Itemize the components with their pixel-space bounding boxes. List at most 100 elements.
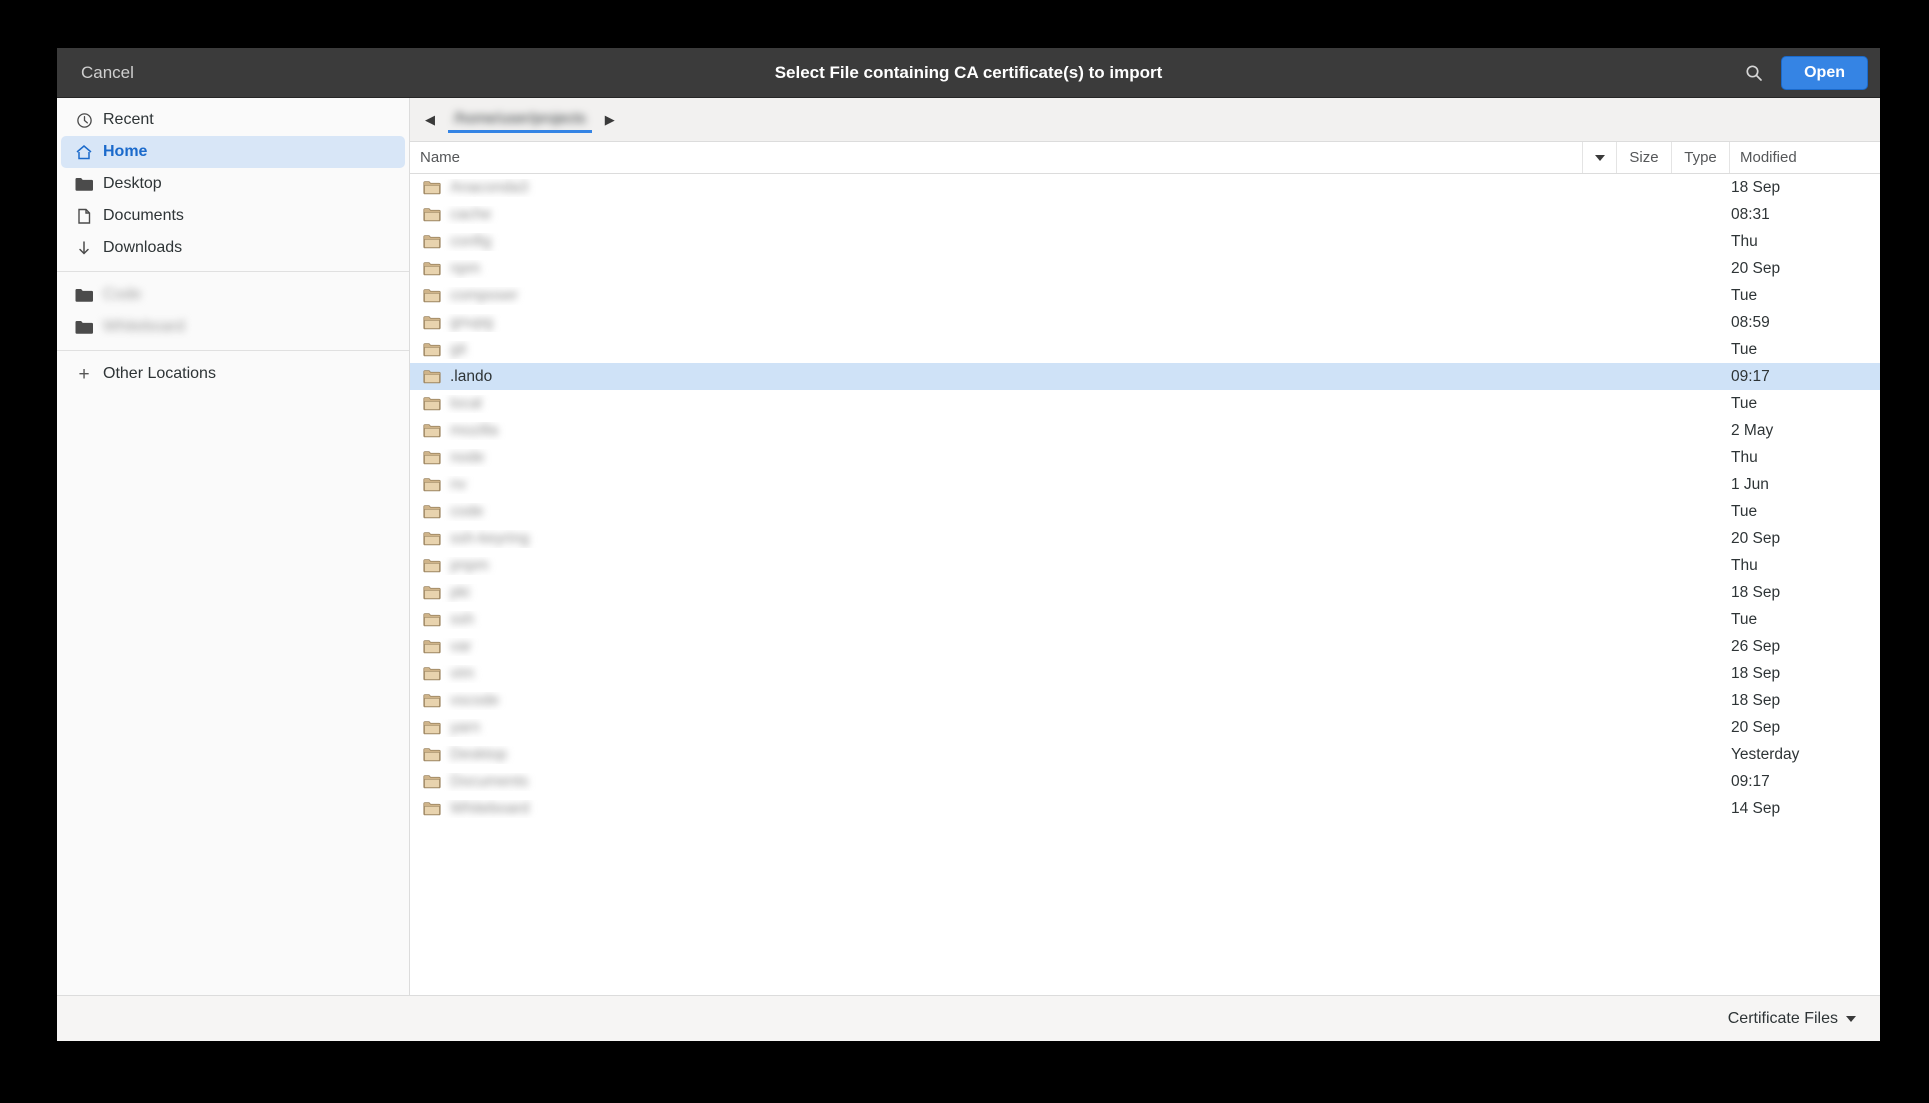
file-modified-cell: 18 Sep xyxy=(1731,178,1781,196)
sidebar-item-other-locations[interactable]: + Other Locations xyxy=(61,358,405,390)
table-row[interactable]: node Thu xyxy=(410,444,1880,471)
sidebar-item-recent[interactable]: Recent xyxy=(61,104,405,136)
file-name-cell: mozilla xyxy=(410,422,1583,440)
file-filter-dropdown[interactable]: Certificate Files xyxy=(1728,1010,1856,1028)
table-row[interactable]: Anaconda3 18 Sep xyxy=(410,174,1880,201)
table-row[interactable]: gnupg 08:59 xyxy=(410,309,1880,336)
file-modified-cell: 18 Sep xyxy=(1731,664,1781,682)
folder-icon xyxy=(423,180,441,195)
sidebar-item-home[interactable]: Home xyxy=(61,136,405,168)
table-row[interactable]: Whiteboard 14 Sep xyxy=(410,795,1880,822)
file-name-cell: Desktop xyxy=(410,746,1583,764)
table-row[interactable]: code Tue xyxy=(410,498,1880,525)
file-name-cell: .lando xyxy=(410,368,1583,386)
file-modified-cell: Tue xyxy=(1731,286,1758,304)
sidebar-item-desktop[interactable]: Desktop xyxy=(61,168,405,200)
folder-icon xyxy=(423,666,441,681)
folder-icon xyxy=(423,207,441,222)
column-header-size[interactable]: Size xyxy=(1617,142,1672,173)
column-header-modified[interactable]: Modified xyxy=(1730,142,1880,173)
file-name-cell: Whiteboard xyxy=(410,800,1583,818)
table-row[interactable]: yarn 20 Sep xyxy=(410,714,1880,741)
column-header-name[interactable]: Name xyxy=(410,142,1583,173)
file-modified-cell: Thu xyxy=(1731,556,1758,574)
file-name-label: Desktop xyxy=(450,745,507,763)
file-name-label: npm xyxy=(450,259,481,277)
places-sidebar: Recent Home Desktop Documents Downloads Code… xyxy=(57,98,410,995)
file-name-label: gnupg xyxy=(450,313,494,331)
sidebar-primary-list: Recent Home Desktop Documents Downloads xyxy=(57,104,409,264)
table-row[interactable]: Desktop Yesterday xyxy=(410,741,1880,768)
chevron-right-icon[interactable]: ▶ xyxy=(600,106,620,134)
sidebar-item-documents[interactable]: Documents xyxy=(61,200,405,232)
chevron-left-icon[interactable]: ◀ xyxy=(420,106,440,134)
sidebar-item-label: Other Locations xyxy=(103,365,216,382)
file-modified-cell: 14 Sep xyxy=(1731,799,1781,817)
cancel-button[interactable]: Cancel xyxy=(69,58,146,88)
file-name-cell: var xyxy=(410,638,1583,656)
table-row[interactable]: vim 18 Sep xyxy=(410,660,1880,687)
file-name-label: Whiteboard xyxy=(450,799,530,817)
folder-icon xyxy=(423,342,441,357)
folder-icon xyxy=(423,612,441,627)
file-modified-cell: 2 May xyxy=(1731,421,1774,439)
file-name-cell: git xyxy=(410,341,1583,359)
file-name-label: ssh xyxy=(450,610,475,628)
file-chooser-dialog: Cancel Select File containing CA certifi… xyxy=(57,48,1880,1041)
file-name-label: composer xyxy=(450,286,519,304)
file-modified-cell: Tue xyxy=(1731,394,1758,412)
file-list[interactable]: Anaconda3 18 Sep cache 08:31 config Thu npm 20 … xyxy=(410,174,1880,995)
table-row[interactable]: ssh Tue xyxy=(410,606,1880,633)
folder-icon xyxy=(423,450,441,465)
open-button[interactable]: Open xyxy=(1781,55,1868,90)
breadcrumb-active-underline xyxy=(448,129,592,133)
table-row[interactable]: pki 18 Sep xyxy=(410,579,1880,606)
table-row[interactable]: local Tue xyxy=(410,390,1880,417)
table-row[interactable]: Documents 09:17 xyxy=(410,768,1880,795)
file-modified-cell: 1 Jun xyxy=(1731,475,1769,493)
folder-icon xyxy=(423,801,441,816)
column-headers: Name Size Type Modified xyxy=(410,142,1880,174)
folder-icon xyxy=(423,396,441,411)
table-row[interactable]: .lando 09:17 xyxy=(410,363,1880,390)
table-row[interactable]: ssh-keyring 20 Sep xyxy=(410,525,1880,552)
table-row[interactable]: mozilla 2 May xyxy=(410,417,1880,444)
sidebar-item-label: Downloads xyxy=(103,239,183,256)
chevron-down-icon[interactable] xyxy=(1583,142,1617,173)
folder-icon xyxy=(423,369,441,384)
file-modified-cell: 18 Sep xyxy=(1731,583,1781,601)
sidebar-bookmark[interactable]: Whiteboard xyxy=(61,311,405,343)
file-modified-cell: 08:59 xyxy=(1731,313,1770,331)
table-row[interactable]: git Tue xyxy=(410,336,1880,363)
table-row[interactable]: cache 08:31 xyxy=(410,201,1880,228)
file-name-label: Anaconda3 xyxy=(450,178,529,196)
table-row[interactable]: npm 20 Sep xyxy=(410,255,1880,282)
sort-caret xyxy=(1594,154,1605,161)
breadcrumb[interactable]: /home/user/projects xyxy=(444,107,596,133)
column-header-type[interactable]: Type xyxy=(1672,142,1730,173)
file-modified-cell: Tue xyxy=(1731,502,1758,520)
sidebar-divider-2 xyxy=(57,350,409,351)
table-row[interactable]: vscode 18 Sep xyxy=(410,687,1880,714)
table-row[interactable]: nv 1 Jun xyxy=(410,471,1880,498)
file-modified-cell: 18 Sep xyxy=(1731,691,1781,709)
file-name-cell: pnpm xyxy=(410,557,1583,575)
home-icon xyxy=(75,143,93,161)
file-name-label: yarn xyxy=(450,718,481,736)
search-icon[interactable] xyxy=(1741,60,1767,86)
folder-icon xyxy=(423,693,441,708)
table-row[interactable]: var 26 Sep xyxy=(410,633,1880,660)
file-name-label: pki xyxy=(450,583,470,601)
table-row[interactable]: config Thu xyxy=(410,228,1880,255)
folder-icon xyxy=(423,261,441,276)
sidebar-bookmark[interactable]: Code xyxy=(61,279,405,311)
folder-icon xyxy=(423,531,441,546)
sidebar-item-downloads[interactable]: Downloads xyxy=(61,232,405,264)
table-row[interactable]: pnpm Thu xyxy=(410,552,1880,579)
sidebar-item-label: Home xyxy=(103,143,148,160)
file-modified-cell: 09:17 xyxy=(1731,367,1770,385)
file-name-label: Documents xyxy=(450,772,529,790)
table-row[interactable]: composer Tue xyxy=(410,282,1880,309)
file-name-cell: node xyxy=(410,449,1583,467)
file-modified-cell: Thu xyxy=(1731,232,1758,250)
